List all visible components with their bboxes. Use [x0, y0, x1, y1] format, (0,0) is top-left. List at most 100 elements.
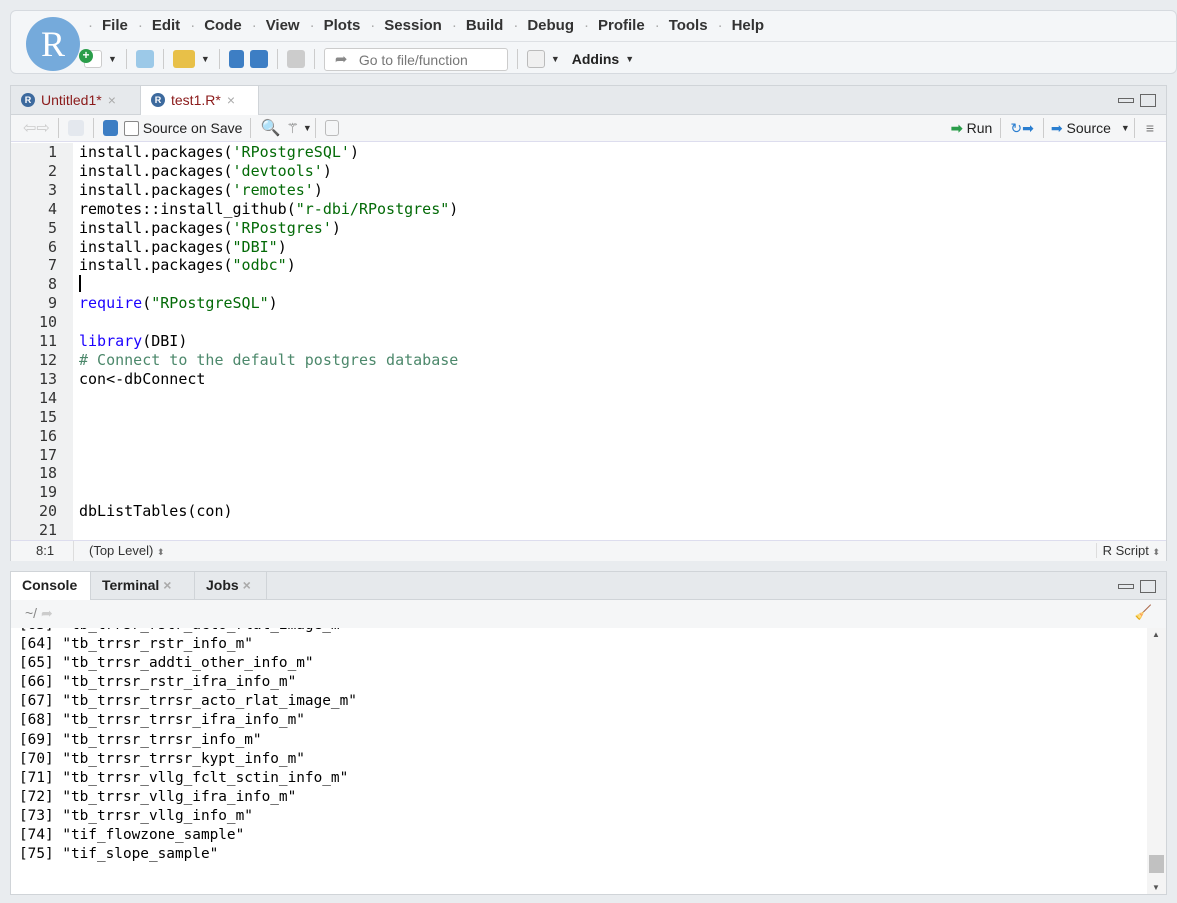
line-number: 4: [47, 199, 57, 218]
back-forward-icon[interactable]: ⇦⇨: [23, 118, 50, 138]
save-all-icon[interactable]: [249, 50, 268, 68]
tab-test1[interactable]: Rtest1.R* ×: [141, 86, 259, 116]
code-line[interactable]: ​: [79, 408, 458, 427]
new-project-icon[interactable]: [135, 50, 154, 68]
print-icon[interactable]: [286, 50, 305, 68]
line-number: 11: [38, 332, 57, 351]
tab-console[interactable]: Console: [11, 572, 91, 601]
scope-selector[interactable]: (Top Level) ⬍: [89, 543, 164, 558]
rstudio-logo: R: [26, 17, 80, 71]
code-line[interactable]: [79, 275, 458, 294]
console-output-area[interactable]: [63] "tb_trrsr_rstr_acto_rlat_image_m"[6…: [11, 628, 1147, 894]
save-icon[interactable]: [228, 50, 244, 68]
code-line[interactable]: install.packages('RPostgres'): [79, 219, 458, 238]
console-line: [67] "tb_trrsr_trrsr_acto_rlat_image_m": [19, 693, 357, 710]
close-icon[interactable]: ×: [243, 577, 251, 593]
line-number: 15: [38, 407, 57, 426]
go-to-directory-icon[interactable]: ➦: [41, 605, 53, 621]
code-line[interactable]: install.packages("DBI"): [79, 238, 458, 257]
compile-report-icon[interactable]: [324, 120, 339, 136]
working-directory: ~/: [25, 605, 38, 621]
minimize-icon[interactable]: [1118, 584, 1134, 589]
code-line[interactable]: install.packages('remotes'): [79, 181, 458, 200]
code-line[interactable]: remotes::install_github("r-dbi/RPostgres…: [79, 200, 458, 219]
menu-tools[interactable]: Tools: [655, 17, 720, 34]
menu-debug[interactable]: Debug: [513, 17, 586, 34]
line-number: 3: [47, 180, 57, 199]
code-line[interactable]: install.packages("odbc"): [79, 256, 458, 275]
clear-console-broom-icon[interactable]: 🧹: [1135, 604, 1152, 621]
code-line[interactable]: require("RPostgreSQL"): [79, 294, 458, 313]
line-number: 19: [38, 483, 57, 502]
close-icon[interactable]: ×: [227, 92, 235, 116]
console-output: [63] "tb_trrsr_rstr_acto_rlat_image_m"[6…: [19, 628, 357, 864]
menu-edit[interactable]: Edit: [138, 17, 192, 34]
file-type-selector[interactable]: R Script ⬍: [1095, 543, 1160, 558]
console-tabs: Console Terminal × Jobs ×: [11, 572, 1166, 601]
close-icon[interactable]: ×: [163, 577, 171, 593]
menu-profile[interactable]: Profile: [584, 17, 657, 34]
code-line[interactable]: install.packages('devtools'): [79, 162, 458, 181]
close-icon[interactable]: ×: [108, 92, 116, 115]
source-on-save-checkbox[interactable]: [123, 120, 139, 136]
pane-layout-icon[interactable]: [526, 50, 545, 68]
code-line[interactable]: ​: [79, 464, 458, 483]
text-cursor: [79, 275, 81, 293]
editor-toolbar: ⇦⇨ Source on Save 🔍 ⚚ ▼ ➡ Run ↻➡ ➡ Source ▼ …: [11, 115, 1166, 142]
menu-bar: FileEditCodeViewPlotsSessionBuildDebugPr…: [88, 14, 777, 36]
new-file-icon[interactable]: +: [79, 49, 102, 68]
tab-terminal[interactable]: Terminal ×: [91, 572, 195, 600]
new-file-dropdown[interactable]: ▼: [108, 54, 117, 64]
menu-help[interactable]: Help: [718, 17, 777, 34]
outline-icon[interactable]: ≡: [1146, 120, 1154, 136]
code-line[interactable]: con<-dbConnect: [79, 370, 458, 389]
tab-untitled1[interactable]: R Untitled1* ×: [11, 86, 141, 115]
maximize-icon[interactable]: [1140, 580, 1156, 593]
code-line[interactable]: ​: [79, 389, 458, 408]
run-button[interactable]: ➡ Run: [951, 120, 992, 137]
code-line[interactable]: ​: [79, 521, 458, 540]
source-icon: ➡: [1050, 119, 1063, 136]
code-line[interactable]: # Connect to the default postgres databa…: [79, 351, 458, 370]
search-icon[interactable]: 🔍: [260, 118, 280, 138]
minimize-icon[interactable]: [1118, 98, 1134, 103]
console-line: [74] "tif_flowzone_sample": [19, 827, 245, 844]
code-line[interactable]: ​: [79, 427, 458, 446]
console-line: [72] "tb_trrsr_vllg_ifra_info_m": [19, 788, 297, 805]
code-line[interactable]: ​: [79, 313, 458, 332]
r-file-icon: R: [21, 93, 35, 107]
tab-label: Terminal: [102, 577, 160, 593]
source-button[interactable]: ➡ Source ▼: [1051, 120, 1130, 137]
go-to-file-input[interactable]: Go to file/function: [323, 47, 508, 71]
pane-layout-dropdown[interactable]: ▼: [551, 54, 560, 64]
show-in-window-icon[interactable]: [67, 120, 84, 136]
code-line[interactable]: install.packages('RPostgreSQL'): [79, 143, 458, 162]
menu-plots[interactable]: Plots: [310, 17, 373, 34]
code-line[interactable]: library(DBI): [79, 332, 458, 351]
code-line[interactable]: ​: [79, 446, 458, 465]
tab-jobs[interactable]: Jobs ×: [195, 572, 267, 600]
addins-menu[interactable]: Addins: [572, 51, 619, 67]
menu-view[interactable]: View: [252, 17, 312, 34]
menu-build[interactable]: Build: [452, 17, 516, 34]
line-number: 12: [38, 350, 57, 369]
menu-code[interactable]: Code: [190, 17, 254, 34]
maximize-icon[interactable]: [1140, 94, 1156, 107]
scrollbar-thumb[interactable]: [1149, 855, 1164, 873]
console-toolbar: ~/ ➦ 🧹: [11, 600, 1166, 628]
line-number: 7: [47, 256, 57, 275]
file-type-label: R Script: [1102, 543, 1149, 558]
code-tools-wand-icon[interactable]: ⚚: [286, 120, 299, 137]
code-line[interactable]: ​: [79, 483, 458, 502]
tab-label: Jobs: [206, 577, 239, 593]
open-file-dropdown[interactable]: ▼: [201, 54, 210, 64]
save-icon[interactable]: [102, 120, 118, 136]
console-line: [70] "tb_trrsr_trrsr_kypt_info_m": [19, 750, 305, 767]
rerun-icon[interactable]: ↻➡: [1010, 120, 1033, 137]
source-on-save-label: Source on Save: [142, 120, 243, 136]
menu-file[interactable]: File: [88, 17, 140, 34]
open-file-icon[interactable]: [172, 50, 195, 68]
code-editor[interactable]: install.packages('RPostgreSQL') install.p…: [79, 143, 458, 540]
menu-session[interactable]: Session: [370, 17, 454, 34]
code-line[interactable]: dbListTables(con): [79, 502, 458, 521]
